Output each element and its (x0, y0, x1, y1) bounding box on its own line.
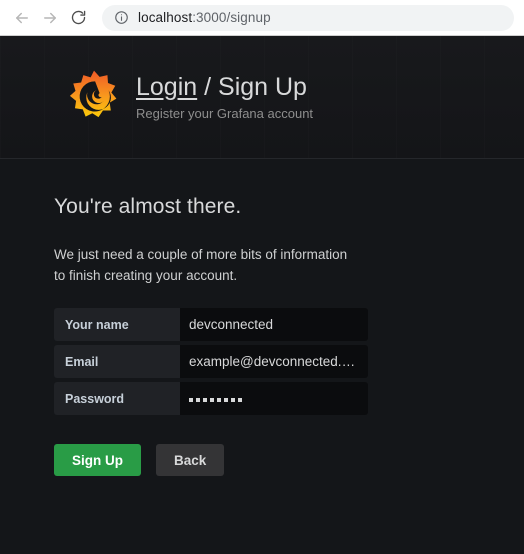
password-input[interactable] (180, 382, 368, 416)
browser-forward-button[interactable] (36, 4, 64, 32)
password-masked-value (189, 396, 242, 402)
form-row-password: Password (54, 382, 368, 416)
signup-form: Your name devconnected Email example@dev… (54, 308, 368, 416)
headline: You're almost there. (54, 195, 242, 218)
form-row-email: Email example@devconnected.c… (54, 345, 368, 379)
title-separator: / (197, 72, 219, 101)
name-input-value: devconnected (189, 317, 274, 333)
signup-content: You're almost there. We just need a coup… (0, 159, 524, 477)
url-bar[interactable]: localhost:3000/signup (102, 4, 514, 31)
url-text: localhost:3000/signup (138, 10, 271, 25)
sign-up-button[interactable]: Sign Up (54, 444, 141, 477)
grafana-signup-page: Login / Sign Up Register your Grafana ac… (0, 36, 524, 554)
label-email: Email (54, 345, 180, 379)
page-title: Login / Sign Up (136, 73, 313, 102)
grafana-logo-icon (66, 69, 122, 125)
browser-reload-button[interactable] (64, 4, 92, 32)
intro-text: We just need a couple of more bits of in… (54, 247, 348, 283)
browser-back-button[interactable] (8, 4, 36, 32)
email-input-value: example@devconnected.c… (189, 354, 359, 370)
name-input[interactable]: devconnected (180, 308, 368, 342)
form-actions: Sign Up Back (54, 444, 524, 477)
browser-toolbar: localhost:3000/signup (0, 0, 524, 36)
page-subtitle: Register your Grafana account (136, 106, 314, 122)
login-header: Login / Sign Up Register your Grafana ac… (0, 36, 524, 159)
url-host: localhost (138, 10, 193, 25)
site-info-icon[interactable] (114, 10, 129, 25)
login-link[interactable]: Login (136, 73, 197, 101)
email-input[interactable]: example@devconnected.c… (180, 345, 368, 379)
url-path: :3000/signup (192, 10, 271, 25)
signup-title: Sign Up (218, 72, 307, 101)
form-row-name: Your name devconnected (54, 308, 368, 342)
label-your-name: Your name (54, 308, 180, 342)
brand-text: Login / Sign Up Register your Grafana ac… (136, 73, 313, 122)
back-button[interactable]: Back (156, 444, 225, 477)
label-password: Password (54, 382, 180, 416)
